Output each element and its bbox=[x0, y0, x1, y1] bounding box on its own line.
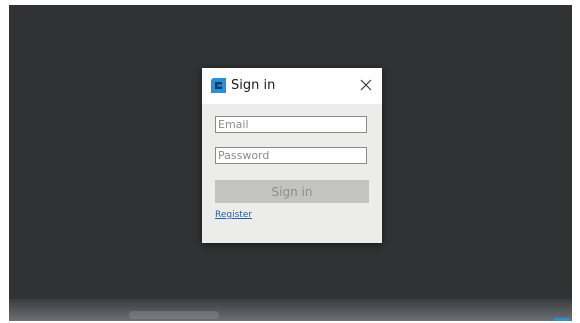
email-field[interactable] bbox=[215, 116, 367, 133]
bottom-accent bbox=[554, 318, 570, 321]
screen: Sign in Sign in Register bbox=[0, 0, 580, 323]
app-logo-icon bbox=[211, 78, 226, 93]
bottom-glint bbox=[129, 311, 219, 319]
register-link[interactable]: Register bbox=[215, 210, 252, 220]
dialog-title: Sign in bbox=[231, 78, 276, 93]
dialog-header: Sign in bbox=[202, 68, 382, 104]
close-icon[interactable] bbox=[358, 77, 374, 93]
signin-button[interactable]: Sign in bbox=[215, 180, 369, 203]
signin-dialog: Sign in Sign in Register bbox=[202, 68, 382, 243]
bottom-strip bbox=[9, 299, 572, 321]
password-field[interactable] bbox=[215, 147, 367, 164]
